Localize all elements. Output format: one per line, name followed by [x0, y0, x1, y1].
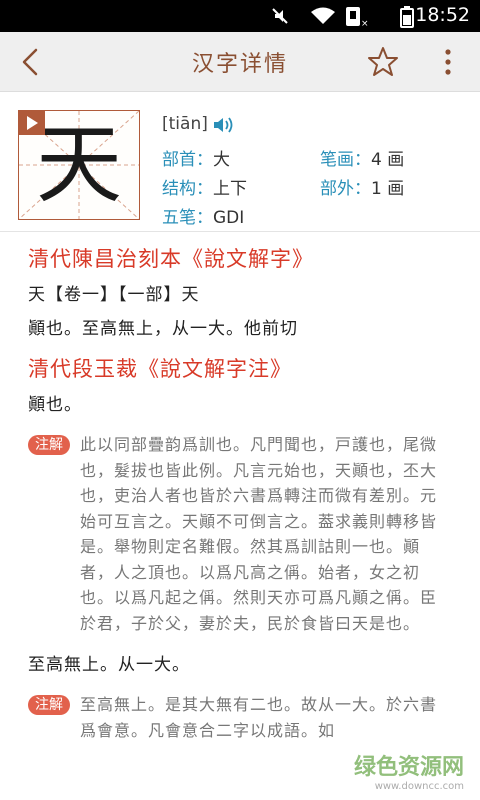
sim-icon: ×: [346, 7, 369, 28]
svg-text:×: ×: [361, 19, 369, 28]
page-title: 汉字详情: [191, 52, 288, 77]
structure-value: 上下: [213, 179, 247, 199]
wubi-label: 五笔：: [162, 208, 213, 228]
character-grid: 天: [18, 110, 140, 220]
play-stroke-button[interactable]: [19, 111, 45, 135]
more-vertical-icon[interactable]: [436, 44, 460, 80]
note-badge: 注解: [28, 695, 70, 715]
wifi-icon: [311, 7, 335, 24]
strokes-label: 笔画：: [320, 150, 371, 170]
speaker-icon[interactable]: [212, 115, 238, 135]
note-badge: 注解: [28, 435, 70, 455]
play-icon: [27, 116, 38, 130]
watermark-title: 绿色资源网: [353, 755, 464, 780]
duanzhu-line-2: 至高無上。从一大。: [28, 655, 190, 675]
section-title-duanzhu: 清代段玉裁《說文解字注》: [28, 357, 292, 381]
status-bar: × 18:52: [0, 0, 480, 32]
note-block-1: 注解 此以同部疊韵爲訓也。凡門聞也，戸護也，尾微也，髮拔也皆此例。凡言元始也，天…: [28, 432, 452, 636]
mute-icon: [272, 8, 288, 24]
wubi-value: GDI: [213, 208, 245, 228]
wubi-row: 五笔：GDI: [162, 203, 244, 228]
shuowen-line-1: 天【卷一】【一部】天: [28, 285, 200, 305]
app-bar: 汉字详情: [0, 32, 480, 92]
definition-content[interactable]: 清代陳昌治刻本《說文解字》 天【卷一】【一部】天 顚也。至高無上，从一大。他前切…: [0, 232, 480, 800]
battery-icon: [400, 6, 414, 28]
star-outline-icon[interactable]: [366, 45, 400, 79]
outside-row: 部外：1 画: [320, 174, 404, 199]
radical-value: 大: [213, 150, 230, 170]
section-title-shuowen: 清代陳昌治刻本《說文解字》: [28, 247, 314, 271]
duanzhu-line-1: 顚也。: [28, 395, 82, 415]
radical-row: 部首：大: [162, 145, 230, 170]
radical-label: 部首：: [162, 150, 213, 170]
strokes-value: 4 画: [371, 150, 405, 170]
outside-value: 1 画: [371, 179, 405, 199]
note-text-2: 至高無上。是其大無有二也。故从一大。於六書爲會意。凡會意合二字以成語。如: [80, 695, 438, 740]
note-block-2: 注解 至高無上。是其大無有二也。故从一大。於六書爲會意。凡會意合二字以成語。如: [28, 692, 452, 743]
clock: 18:52: [415, 4, 470, 26]
watermark-url: www.downcc.com: [374, 781, 464, 792]
strokes-row: 笔画：4 画: [320, 145, 404, 170]
structure-row: 结构：上下: [162, 174, 247, 199]
watermark: 绿色资源网 www.downcc.com: [354, 749, 464, 792]
note-text-1: 此以同部疊韵爲訓也。凡門聞也，戸護也，尾微也，髮拔也皆此例。凡言元始也，天顚也，…: [80, 435, 438, 633]
structure-label: 结构：: [162, 179, 213, 199]
pinyin: [tiān]: [162, 114, 208, 134]
shuowen-line-2: 顚也。至高無上，从一大。他前切: [28, 319, 298, 339]
outside-label: 部外：: [320, 179, 371, 199]
